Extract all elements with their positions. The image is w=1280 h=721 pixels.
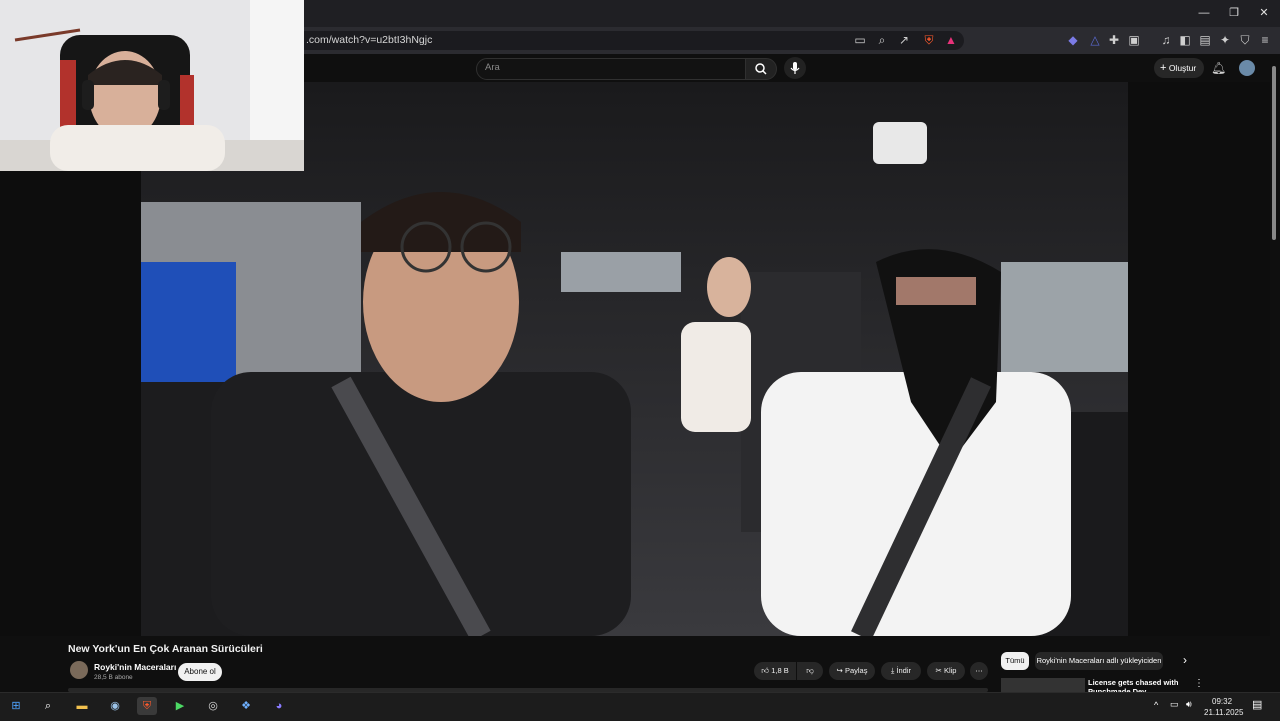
minimize-button[interactable]: — <box>1194 6 1214 20</box>
media-player-icon[interactable]: ▶ <box>170 697 190 715</box>
dislike-button[interactable]: 👎︎ <box>797 662 823 680</box>
clock-date[interactable]: 21.11.2025 <box>1204 708 1243 717</box>
create-button[interactable]: + Oluştur <box>1154 58 1204 78</box>
extensions-icon[interactable]: ✚ <box>1107 33 1121 47</box>
extension-leo-icon[interactable]: ◆ <box>1066 33 1080 47</box>
share-button[interactable]: ↪ Paylaş <box>829 662 875 680</box>
zoom-icon[interactable]: ⌕ <box>875 33 889 47</box>
menu-icon[interactable]: ≡ <box>1258 33 1272 47</box>
discord-icon[interactable]: ◕ <box>269 697 289 715</box>
recommendation-menu-icon[interactable]: ⋮ <box>1194 678 1204 689</box>
brave-rewards-icon[interactable]: ▲ <box>944 33 958 47</box>
tray-chevron-icon[interactable]: ^ <box>1154 700 1158 710</box>
video-title: New York'un En Çok Aranan Sürücüleri <box>68 643 263 655</box>
account-avatar[interactable] <box>1239 60 1255 76</box>
subscribe-button[interactable]: Abone ol <box>178 663 222 681</box>
media-icon[interactable]: ♫ <box>1159 33 1173 47</box>
like-count: 1,8 B <box>771 666 789 675</box>
chip-from-uploader[interactable]: Royki'nin Maceraları adlı yükleyiciden <box>1035 652 1163 670</box>
scrollbar-thumb[interactable] <box>1272 66 1276 240</box>
search-button[interactable] <box>745 58 777 80</box>
clip-button[interactable]: ✂ Klip <box>927 662 965 680</box>
search-icon <box>755 63 767 75</box>
thumbs-down-icon: 👎︎ <box>806 666 814 675</box>
screenshot-icon[interactable]: ▣ <box>1127 33 1141 47</box>
download-icon: ⤓ <box>890 666 895 675</box>
brave-browser-icon[interactable]: ⛨ <box>137 697 157 715</box>
download-button[interactable]: ⤓ İndir <box>881 662 921 680</box>
restore-button[interactable]: ❐ <box>1224 6 1244 20</box>
webcam-frame <box>0 0 304 171</box>
windows-start-icon[interactable]: ⊞ <box>6 697 26 715</box>
taskbar <box>0 692 1280 721</box>
clock-time[interactable]: 09:32 <box>1212 697 1232 706</box>
microphone-icon <box>790 62 800 74</box>
right-window <box>1001 262 1128 372</box>
streamer-shirt <box>50 125 225 171</box>
channel-avatar[interactable] <box>70 661 88 679</box>
file-explorer-icon[interactable]: ▬ <box>72 697 92 715</box>
dome-light <box>873 122 927 164</box>
wallet-icon[interactable]: ▤ <box>1198 33 1212 47</box>
leo-ai-icon[interactable]: ✦ <box>1218 33 1232 47</box>
clip-label: Klip <box>943 666 957 675</box>
close-button[interactable]: ✕ <box>1254 6 1274 20</box>
share-label: Paylaş <box>844 666 868 675</box>
voice-search-button[interactable] <box>784 57 806 79</box>
more-actions-button[interactable]: ⋯ <box>970 662 988 680</box>
search-placeholder: Ara <box>485 62 500 73</box>
create-label: Oluştur <box>1168 63 1197 73</box>
steam-icon[interactable]: ◉ <box>105 697 125 715</box>
webcam-overlay <box>0 0 304 171</box>
sidebar-icon[interactable]: ◧ <box>1178 33 1192 47</box>
chips-next-button[interactable]: › <box>1183 653 1187 667</box>
display-icon[interactable]: ▭ <box>1170 699 1179 710</box>
subscriber-count: 28,5 B abone <box>94 674 133 681</box>
scissors-icon: ✂ <box>935 666 942 675</box>
app-icon[interactable]: ❖ <box>236 697 256 715</box>
download-label: İndir <box>896 666 911 675</box>
notification-center-icon[interactable]: ▤ <box>1252 698 1262 711</box>
recommendation-thumbnail[interactable] <box>1001 678 1085 692</box>
search-taskbar-icon[interactable]: ⌕ <box>38 697 58 715</box>
passenger-shirt <box>211 372 631 636</box>
share-icon[interactable]: ↗ <box>897 33 911 47</box>
plus-icon: + <box>1160 62 1167 74</box>
right-margin <box>1128 82 1270 636</box>
notifications-icon[interactable]: 🔔︎ <box>1211 61 1226 75</box>
shield-icon[interactable]: ⛉ <box>1238 33 1252 47</box>
extension-vpn-icon[interactable]: △ <box>1088 33 1102 47</box>
left-margin <box>0 171 141 636</box>
obs-icon[interactable]: ◎ <box>203 697 223 715</box>
like-button[interactable]: 👍︎ 1,8 B <box>754 662 796 680</box>
url-text[interactable]: .com/watch?v=u2btI3hNgjc <box>306 34 432 46</box>
headphones <box>82 80 94 110</box>
channel-name[interactable]: Royki'nin Maceraları <box>94 662 176 672</box>
brave-shield-icon[interactable]: ⛨ <box>922 33 936 47</box>
thumbs-up-icon: 👍︎ <box>761 666 770 675</box>
share-arrow-icon: ↪ <box>836 666 843 675</box>
volume-icon[interactable]: 🔊︎ <box>1186 699 1192 710</box>
search-input[interactable] <box>476 58 746 80</box>
cast-icon[interactable]: ▭ <box>853 33 867 47</box>
rear-window <box>561 252 681 292</box>
back-passenger-face <box>707 257 751 317</box>
chip-all[interactable]: Tümü <box>1001 652 1029 670</box>
